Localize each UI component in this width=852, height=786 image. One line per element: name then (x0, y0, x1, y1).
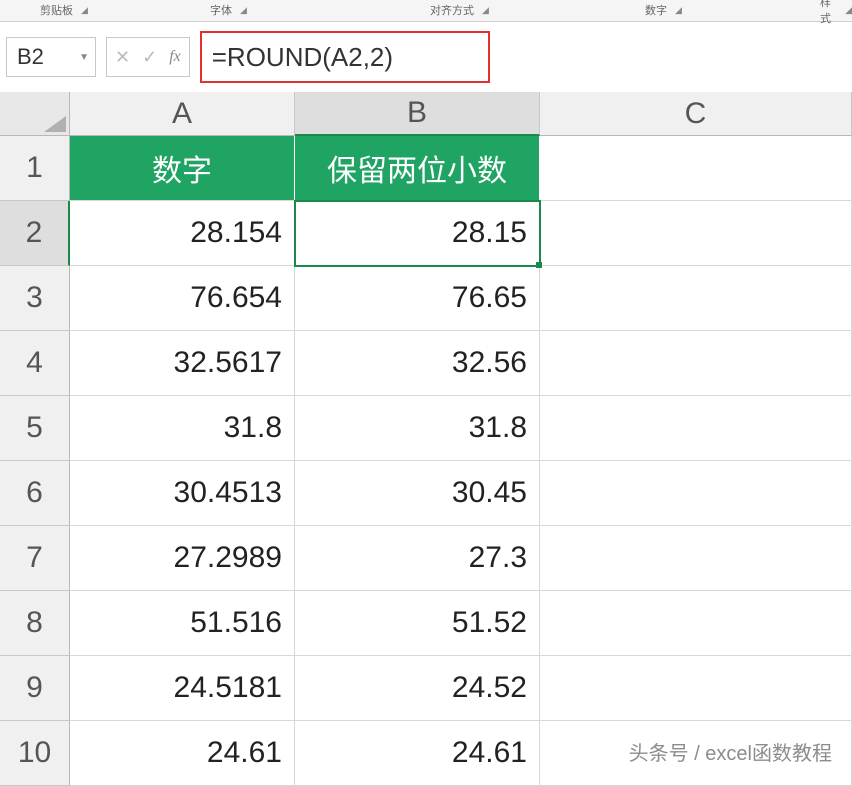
row-header-8[interactable]: 8 (0, 591, 70, 656)
dialog-launcher-icon[interactable]: ◢ (675, 5, 682, 16)
ribbon-group-label: 剪贴板 (40, 2, 73, 18)
ribbon-group-label: 字体 (210, 2, 232, 18)
select-all-corner[interactable] (0, 92, 70, 136)
row-header-7[interactable]: 7 (0, 526, 70, 591)
cell-C1[interactable] (540, 136, 852, 201)
cell-C2[interactable] (540, 201, 852, 266)
ribbon-group-4: 样式◢ (820, 0, 852, 20)
cell-B1[interactable]: 保留两位小数 (295, 136, 540, 201)
cell-C6[interactable] (540, 461, 852, 526)
cell-B8[interactable]: 51.52 (295, 591, 540, 656)
ribbon-group-label: 对齐方式 (430, 2, 474, 18)
ribbon-group-0: 剪贴板 ◢ (40, 0, 88, 20)
dialog-launcher-icon[interactable]: ◢ (81, 5, 88, 16)
cell-B5[interactable]: 31.8 (295, 396, 540, 461)
cell-A5[interactable]: 31.8 (70, 396, 295, 461)
cell-A8[interactable]: 51.516 (70, 591, 295, 656)
column-header-B[interactable]: B (295, 92, 540, 136)
cell-B2[interactable]: 28.15 (295, 201, 540, 266)
row-header-4[interactable]: 4 (0, 331, 70, 396)
cell-B6[interactable]: 30.45 (295, 461, 540, 526)
cell-A7[interactable]: 27.2989 (70, 526, 295, 591)
name-box[interactable]: B2 ▼ (6, 37, 96, 77)
cell-C8[interactable] (540, 591, 852, 656)
enter-icon[interactable]: ✓ (142, 47, 157, 68)
cell-B4[interactable]: 32.56 (295, 331, 540, 396)
ribbon-group-1: 字体 ◢ (210, 0, 247, 20)
row-header-10[interactable]: 10 (0, 721, 70, 786)
column-header-C[interactable]: C (540, 92, 852, 136)
ribbon-group-3: 数字 ◢ (645, 0, 682, 20)
ribbon-group-2: 对齐方式 ◢ (430, 0, 489, 20)
cell-C5[interactable] (540, 396, 852, 461)
spreadsheet-grid[interactable]: ABC1数字保留两位小数228.15428.15376.65476.65432.… (0, 92, 852, 786)
name-box-value: B2 (17, 44, 44, 70)
formula-controls: ✕ ✓ fx (106, 37, 190, 77)
fx-icon[interactable]: fx (169, 48, 181, 66)
cell-C4[interactable] (540, 331, 852, 396)
row-header-2[interactable]: 2 (0, 201, 70, 266)
row-header-9[interactable]: 9 (0, 656, 70, 721)
cell-A4[interactable]: 32.5617 (70, 331, 295, 396)
column-header-A[interactable]: A (70, 92, 295, 136)
cell-B3[interactable]: 76.65 (295, 266, 540, 331)
cell-B10[interactable]: 24.61 (295, 721, 540, 786)
cell-A1[interactable]: 数字 (70, 136, 295, 201)
dialog-launcher-icon[interactable]: ◢ (240, 5, 247, 16)
cell-A2[interactable]: 28.154 (70, 201, 295, 266)
row-header-1[interactable]: 1 (0, 136, 70, 201)
cell-A6[interactable]: 30.4513 (70, 461, 295, 526)
cell-A3[interactable]: 76.654 (70, 266, 295, 331)
row-header-6[interactable]: 6 (0, 461, 70, 526)
cell-C7[interactable] (540, 526, 852, 591)
cell-C9[interactable] (540, 656, 852, 721)
ribbon-group-label: 数字 (645, 2, 667, 18)
row-header-3[interactable]: 3 (0, 266, 70, 331)
formula-input[interactable]: =ROUND(A2,2) (212, 42, 393, 73)
cell-A10[interactable]: 24.61 (70, 721, 295, 786)
ribbon-group-label: 样式 (820, 0, 837, 26)
dialog-launcher-icon[interactable]: ◢ (845, 5, 852, 16)
cell-B9[interactable]: 24.52 (295, 656, 540, 721)
ribbon-group-labels: 剪贴板◢字体◢对齐方式◢数字◢样式◢ (0, 0, 852, 22)
formula-bar: B2 ▼ ✕ ✓ fx =ROUND(A2,2) (0, 22, 852, 92)
cell-C10[interactable] (540, 721, 852, 786)
row-header-5[interactable]: 5 (0, 396, 70, 461)
cell-B7[interactable]: 27.3 (295, 526, 540, 591)
cell-A9[interactable]: 24.5181 (70, 656, 295, 721)
cell-C3[interactable] (540, 266, 852, 331)
formula-input-highlight: =ROUND(A2,2) (200, 31, 490, 83)
dialog-launcher-icon[interactable]: ◢ (482, 5, 489, 16)
dropdown-icon[interactable]: ▼ (79, 52, 89, 63)
cancel-icon[interactable]: ✕ (115, 47, 130, 68)
